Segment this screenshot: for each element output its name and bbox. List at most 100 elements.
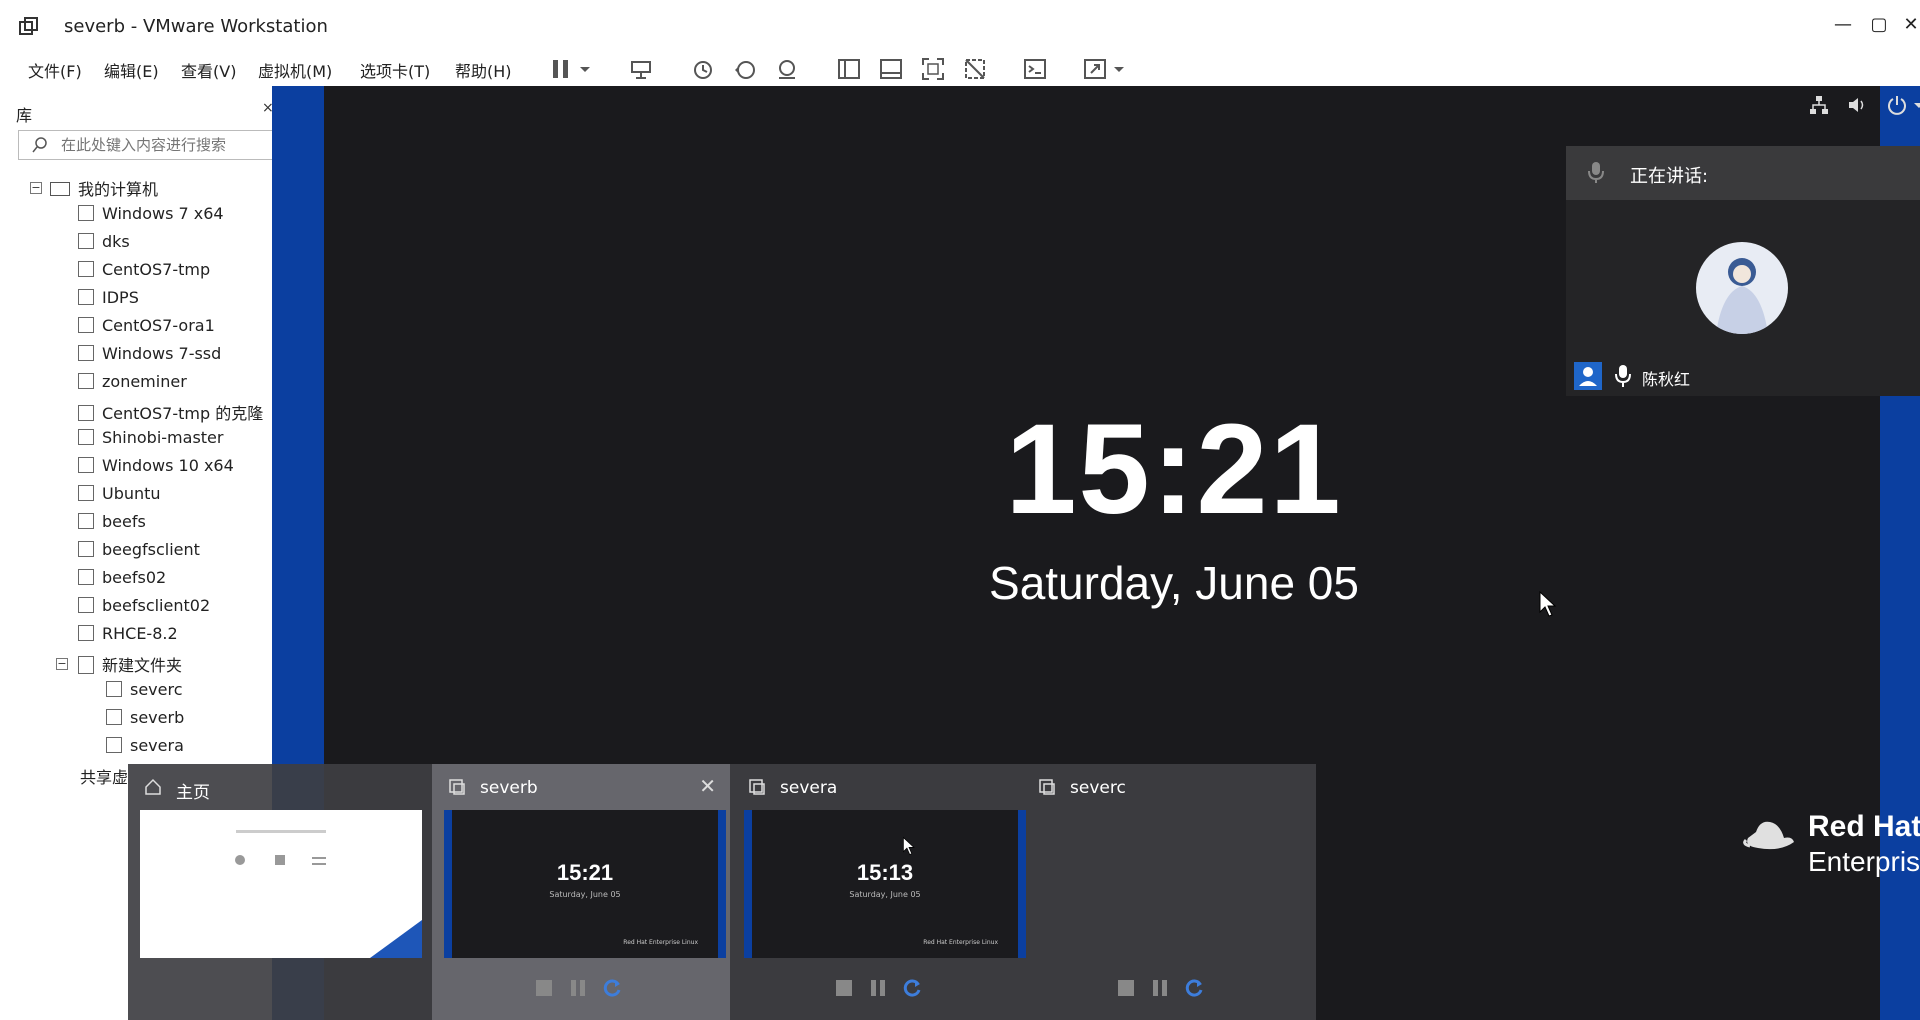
expand-toggle-my-computer[interactable]: − [30,182,42,194]
tab-label: severc [1070,778,1126,798]
tree-item-vm[interactable]: severc [106,680,183,706]
vm-icon [78,373,94,389]
fullscreen-icon[interactable] [920,56,946,82]
tab-label: severa [780,778,838,798]
stop-icon[interactable] [1116,978,1136,998]
tree-item-label: Ubuntu [102,484,161,503]
tree-item-vm[interactable]: IDPS [78,288,139,314]
restart-icon[interactable] [902,978,922,998]
stop-icon[interactable] [534,978,554,998]
mouse-pointer-icon [903,836,915,855]
tab-thumbnail[interactable]: 15:21 Saturday, June 05 Red Hat Enterpri… [444,810,726,958]
tree-item-vm[interactable]: severb [106,708,184,734]
search-input[interactable] [61,135,271,155]
lock-clock-time: 15:21 [1005,398,1343,541]
tree-item-label: beefsclient02 [102,596,211,615]
vm-icon [78,289,94,305]
menu-edit[interactable]: 编辑(E) [104,58,159,82]
send-ctrl-alt-del-icon[interactable] [628,56,654,82]
minimize-button[interactable]: — [1832,14,1854,36]
power-icon[interactable] [1886,94,1908,116]
snapshot-manager-icon[interactable] [774,56,800,82]
thumbnail-bar-icon[interactable] [878,56,904,82]
vm-icon [78,457,94,473]
speaker-avatar [1696,242,1788,334]
revert-snapshot-icon[interactable] [732,56,758,82]
network-icon[interactable] [1808,94,1830,116]
snapshot-icon[interactable] [690,56,716,82]
maximize-button[interactable]: ▢ [1868,14,1890,36]
tab-severb[interactable]: severb ✕ 15:21 Saturday, June 05 Red Hat… [432,764,730,1020]
menu-file[interactable]: 文件(F) [28,58,82,82]
tree-item-vm[interactable]: beefsclient02 [78,596,210,622]
dropdown-icon[interactable] [1112,56,1126,82]
tree-item-label: CentOS7-tmp 的克隆 [102,404,264,423]
stop-icon[interactable] [834,978,854,998]
unity-icon[interactable] [962,56,988,82]
vm-icon [78,405,94,421]
tree-item-vm[interactable]: beefs [78,512,146,538]
volume-icon[interactable] [1846,94,1868,116]
pause-icon[interactable] [1150,978,1170,998]
tab-thumbnail[interactable] [140,810,422,958]
close-button[interactable]: ✕ [1900,14,1920,36]
speaking-label: 正在讲话: [1630,166,1709,187]
expand-toggle-folder[interactable]: − [56,658,68,670]
menu-view[interactable]: 查看(V) [181,58,236,82]
tree-item-my-computer[interactable]: 我的计算机 [50,176,158,202]
tree-item-vm[interactable]: beegfsclient [78,540,200,566]
tree-item-vm[interactable]: beefs02 [78,568,166,594]
tree-item-vm[interactable]: dks [78,232,130,258]
tab-thumbnail[interactable]: 15:13 Saturday, June 05 Red Hat Enterpri… [744,810,1026,958]
menu-tabs[interactable]: 选项卡(T) [360,58,430,82]
computer-icon [50,182,70,196]
library-search[interactable] [18,130,278,160]
tree-item-vm[interactable]: severa [106,736,184,762]
vm-icon [78,597,94,613]
menu-vm[interactable]: 虚拟机(M) [258,58,332,82]
tree-item-shared[interactable]: 共享虚 [80,764,128,790]
library-title: 库 [16,106,33,125]
tree-item-vm[interactable]: RHCE-8.2 [78,624,178,650]
console-icon[interactable] [1022,56,1048,82]
tree-item-vm[interactable]: CentOS7-tmp [78,260,210,286]
tab-home[interactable]: 主页 [128,764,426,1020]
menu-help[interactable]: 帮助(H) [455,58,512,82]
dropdown-icon[interactable] [578,56,592,82]
vm-icon [78,625,94,641]
tree-item-label: CentOS7-ora1 [102,316,215,335]
tree-item-vm[interactable]: Windows 7-ssd [78,344,221,370]
redhat-logo: Red Hat Enterprise Linux [1740,810,1920,890]
tree-item-vm[interactable]: Shinobi-master [78,428,223,454]
tree-item-label: dks [102,232,130,251]
tree-item-folder[interactable]: 新建文件夹 [78,652,182,678]
vm-icon [78,205,94,221]
tree-item-vm[interactable]: CentOS7-ora1 [78,316,215,342]
library-view-icon[interactable] [836,56,862,82]
vm-running-icon [106,709,122,725]
tree-item-vm[interactable]: Windows 10 x64 [78,456,234,482]
restart-icon[interactable] [602,978,622,998]
tab-severa[interactable]: severa 15:13 Saturday, June 05 Red Hat E… [732,764,1030,1020]
tree-item-vm[interactable]: zoneminer [78,372,187,398]
tab-close-button[interactable]: ✕ [699,774,716,798]
tree-item-label: RHCE-8.2 [102,624,178,643]
vm-icon [78,261,94,277]
vm-icon [78,317,94,333]
tree-item-vm[interactable]: Windows 7 x64 [78,204,224,230]
tree-item-vm[interactable]: Ubuntu [78,484,161,510]
pause-icon[interactable] [868,978,888,998]
tab-severc[interactable]: severc [1022,764,1320,1020]
thumbnail-logo: Red Hat Enterprise Linux [623,939,698,946]
chevron-down-icon[interactable] [1912,94,1920,116]
restart-icon[interactable] [1184,978,1204,998]
vm-icon [78,569,94,585]
speaking-header: 正在讲话: [1566,146,1920,200]
tree-item-vm[interactable]: CentOS7-tmp 的克隆 [78,400,263,426]
vm-icon [78,513,94,529]
pause-icon[interactable] [568,978,588,998]
pause-icon[interactable] [548,56,574,82]
vm-icon [78,233,94,249]
stretch-icon[interactable] [1082,56,1108,82]
redhat-hat-icon [1743,821,1794,850]
